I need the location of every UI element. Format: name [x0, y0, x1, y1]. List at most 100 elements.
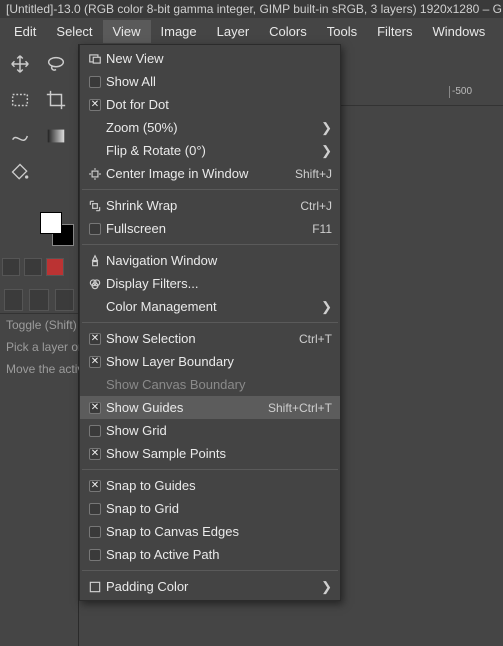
menu-item-show-layer-boundary[interactable]: ✕Show Layer Boundary: [80, 350, 340, 373]
menu-item-snap-active-path[interactable]: Snap to Active Path: [80, 543, 340, 566]
chevron-right-icon: ❯: [320, 120, 332, 136]
menu-label: Show Sample Points: [104, 446, 332, 461]
menubar-item-layer[interactable]: Layer: [207, 20, 260, 43]
dock-tab-icon[interactable]: [2, 258, 20, 276]
chevron-right-icon: ❯: [320, 299, 332, 315]
tool-fill-icon[interactable]: [2, 154, 38, 190]
checkbox-checked-icon: ✕: [86, 400, 104, 416]
chevron-right-icon: ❯: [320, 579, 332, 595]
menubar-item-select[interactable]: Select: [46, 20, 102, 43]
tool-hint: Toggle (Shift): [0, 314, 78, 336]
menu-item-show-canvas-boundary: Show Canvas Boundary: [80, 373, 340, 396]
menu-item-shrink-wrap[interactable]: Shrink WrapCtrl+J: [80, 194, 340, 217]
menu-label: Show Selection: [104, 331, 289, 346]
view-menu-dropdown: New ViewShow All✕Dot for DotZoom (50%)❯F…: [79, 44, 341, 601]
tool-options-icon[interactable]: [4, 289, 23, 311]
dock-tab-icon[interactable]: [46, 258, 64, 276]
checkbox-checked-icon: ✕: [86, 97, 104, 113]
menu-item-color-mgmt[interactable]: Color Management❯: [80, 295, 340, 318]
tool-options-icon[interactable]: [55, 289, 74, 311]
shrink-icon: [86, 198, 104, 214]
tool-options-icon[interactable]: [29, 289, 48, 311]
tool-lasso-icon[interactable]: [38, 46, 74, 82]
checkbox-unchecked-icon: [86, 423, 104, 439]
menubar-item-edit[interactable]: Edit: [4, 20, 46, 43]
menu-label: Snap to Canvas Edges: [104, 524, 332, 539]
menubar-item-help[interactable]: Help: [495, 20, 503, 43]
menu-label: Show Canvas Boundary: [104, 377, 332, 392]
menu-item-flip-rotate[interactable]: Flip & Rotate (0°)❯: [80, 139, 340, 162]
menu-separator: [82, 322, 338, 323]
menubar-item-windows[interactable]: Windows: [423, 20, 496, 43]
menu-item-fullscreen[interactable]: FullscreenF11: [80, 217, 340, 240]
menu-item-snap-grid[interactable]: Snap to Grid: [80, 497, 340, 520]
tool-rect-select-icon[interactable]: [2, 82, 38, 118]
tool-move-icon[interactable]: [2, 46, 38, 82]
menu-item-show-all[interactable]: Show All: [80, 70, 340, 93]
menu-item-snap-canvas-edges[interactable]: Snap to Canvas Edges: [80, 520, 340, 543]
fg-color-swatch[interactable]: [40, 212, 62, 234]
menu-item-snap-guides[interactable]: ✕Snap to Guides: [80, 474, 340, 497]
menu-label: Snap to Guides: [104, 478, 332, 493]
menu-item-show-grid[interactable]: Show Grid: [80, 419, 340, 442]
menu-label: Zoom (50%): [104, 120, 320, 135]
pad-icon: [86, 579, 104, 595]
menu-item-new-view[interactable]: New View: [80, 47, 340, 70]
menu-item-show-guides[interactable]: ✕Show GuidesShift+Ctrl+T: [80, 396, 340, 419]
tool-hint: Pick a layer or: [0, 336, 78, 358]
menu-item-zoom[interactable]: Zoom (50%)❯: [80, 116, 340, 139]
menubar-item-image[interactable]: Image: [151, 20, 207, 43]
dock-tab-icon[interactable]: [24, 258, 42, 276]
spacer-icon: [86, 377, 104, 393]
menubar: EditSelectViewImageLayerColorsToolsFilte…: [0, 18, 503, 44]
menubar-item-view[interactable]: View: [103, 20, 151, 43]
menu-item-center-image[interactable]: Center Image in WindowShift+J: [80, 162, 340, 185]
menu-item-show-sample-points[interactable]: ✕Show Sample Points: [80, 442, 340, 465]
menu-separator: [82, 189, 338, 190]
menu-item-padding-color[interactable]: Padding Color❯: [80, 575, 340, 598]
checkbox-checked-icon: ✕: [86, 331, 104, 347]
menu-label: Show All: [104, 74, 332, 89]
checkbox-checked-icon: ✕: [86, 478, 104, 494]
menu-item-nav-window[interactable]: Navigation Window: [80, 249, 340, 272]
nav-icon: [86, 253, 104, 269]
menu-accelerator: Ctrl+T: [289, 332, 332, 346]
menu-label: Padding Color: [104, 579, 320, 594]
color-swatch[interactable]: [40, 212, 74, 246]
menu-label: Show Layer Boundary: [104, 354, 332, 369]
menu-separator: [82, 244, 338, 245]
menu-label: Center Image in Window: [104, 166, 285, 181]
spacer-icon: [86, 143, 104, 159]
menu-separator: [82, 469, 338, 470]
tool-gradient-icon[interactable]: [38, 118, 74, 154]
menu-label: Fullscreen: [104, 221, 302, 236]
tool-crop-icon[interactable]: [38, 82, 74, 118]
menu-label: Color Management: [104, 299, 320, 314]
menu-label: Navigation Window: [104, 253, 332, 268]
menubar-item-tools[interactable]: Tools: [317, 20, 367, 43]
window-titlebar: [Untitled]-13.0 (RGB color 8-bit gamma i…: [0, 0, 503, 18]
menu-label: Display Filters...: [104, 276, 332, 291]
checkbox-checked-icon: ✕: [86, 354, 104, 370]
checkbox-unchecked-icon: [86, 524, 104, 540]
checkbox-unchecked-icon: [86, 221, 104, 237]
menu-label: New View: [104, 51, 332, 66]
checkbox-checked-icon: ✕: [86, 446, 104, 462]
menu-separator: [82, 570, 338, 571]
menu-item-display-filters[interactable]: Display Filters...: [80, 272, 340, 295]
menu-item-show-selection[interactable]: ✕Show SelectionCtrl+T: [80, 327, 340, 350]
tool-warp-icon[interactable]: [2, 118, 38, 154]
filters-icon: [86, 276, 104, 292]
menu-label: Flip & Rotate (0°): [104, 143, 320, 158]
tool-hint: Move the activ: [0, 358, 78, 380]
menu-label: Snap to Active Path: [104, 547, 332, 562]
menu-label: Shrink Wrap: [104, 198, 290, 213]
chevron-right-icon: ❯: [320, 143, 332, 159]
menu-accelerator: Ctrl+J: [290, 199, 332, 213]
menu-item-dot-for-dot[interactable]: ✕Dot for Dot: [80, 93, 340, 116]
menu-label: Snap to Grid: [104, 501, 332, 516]
ruler-tick: -500: [449, 86, 472, 98]
checkbox-unchecked-icon: [86, 74, 104, 90]
menubar-item-filters[interactable]: Filters: [367, 20, 422, 43]
menubar-item-colors[interactable]: Colors: [259, 20, 317, 43]
